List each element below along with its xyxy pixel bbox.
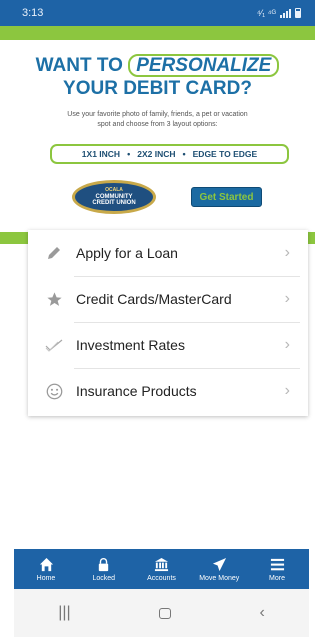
menu-item-insurance[interactable]: Insurance Products › (28, 368, 308, 414)
headline-emphasis: PERSONALIZE (128, 54, 280, 77)
headline-line2: YOUR DEBIT CARD? (63, 78, 252, 99)
banner-top-stripe (0, 26, 315, 40)
status-bar: 3:13 ⁴⁄₁ ⁴ᴳ (0, 0, 315, 26)
signal-icon (280, 8, 291, 18)
chevron-right-icon: › (284, 382, 290, 399)
battery-icon (295, 8, 301, 18)
chevron-right-icon: › (284, 290, 290, 307)
layout-options-bar: 1X1 INCH • 2X2 INCH • EDGE TO EDGE (50, 144, 289, 164)
credit-union-logo: OCALA COMMUNITY CREDIT UNION (72, 180, 156, 214)
back-button[interactable]: ‹ (259, 604, 264, 622)
nav-label: More (269, 574, 285, 582)
bottom-nav: Home Locked Accounts Move Money More (14, 549, 309, 589)
menu-icon (270, 558, 284, 570)
send-icon (212, 557, 226, 571)
bank-icon (154, 557, 169, 571)
nav-move-money[interactable]: Move Money (191, 557, 247, 582)
menu-item-label: Investment Rates (76, 337, 185, 353)
home-system-button[interactable] (159, 607, 172, 619)
network-indicator: ⁴⁄₁ ⁴ᴳ (256, 8, 276, 18)
star-icon (44, 289, 64, 309)
menu-item-credit-cards[interactable]: Credit Cards/MasterCard › (28, 276, 308, 322)
nav-label: Move Money (199, 574, 240, 582)
nav-locked[interactable]: Locked (76, 557, 132, 582)
chevron-right-icon: › (284, 336, 290, 353)
banner-subtext: Use your favorite photo of family, frien… (67, 111, 248, 128)
status-time: 3:13 (22, 7, 44, 19)
nav-home[interactable]: Home (18, 557, 74, 582)
lock-icon (99, 557, 109, 571)
nav-label: Home (36, 574, 56, 582)
chevron-right-icon: › (284, 244, 290, 261)
menu-item-label: Credit Cards/MasterCard (76, 291, 232, 307)
separator-dot: • (182, 149, 186, 159)
headline-prefix: WANT TO (35, 55, 123, 76)
pencil-icon (44, 243, 64, 263)
menu-item-label: Apply for a Loan (76, 245, 178, 261)
nav-accounts[interactable]: Accounts (134, 557, 190, 582)
status-icons: ⁴⁄₁ ⁴ᴳ (257, 8, 301, 18)
option-2x2: 2X2 INCH (137, 149, 176, 159)
option-edge: EDGE TO EDGE (192, 149, 258, 159)
screen: 3:13 ⁴⁄₁ ⁴ᴳ WANT TO PERSONALIZE YOUR DEB… (0, 0, 315, 637)
services-menu: Apply for a Loan › Credit Cards/MasterCa… (28, 230, 308, 416)
menu-item-label: Insurance Products (76, 383, 197, 399)
recents-button[interactable]: ||| (58, 604, 70, 622)
get-started-button[interactable]: Get Started (191, 187, 262, 207)
menu-item-apply-loan[interactable]: Apply for a Loan › (28, 230, 308, 276)
nav-label: Accounts (147, 574, 176, 582)
menu-item-investment-rates[interactable]: Investment Rates › (28, 322, 308, 368)
checkmark-icon (44, 335, 64, 355)
option-1x1: 1X1 INCH (81, 149, 121, 159)
smiley-icon (44, 381, 64, 401)
home-icon (39, 557, 53, 571)
separator-dot: • (127, 149, 131, 159)
nav-label: Locked (92, 574, 116, 582)
nav-more[interactable]: More (249, 557, 305, 582)
system-nav-bar: ||| ‹ (14, 589, 309, 637)
promo-banner[interactable]: WANT TO PERSONALIZE YOUR DEBIT CARD? Use… (0, 40, 315, 232)
banner-headline: WANT TO PERSONALIZE YOUR DEBIT CARD? (0, 54, 315, 100)
